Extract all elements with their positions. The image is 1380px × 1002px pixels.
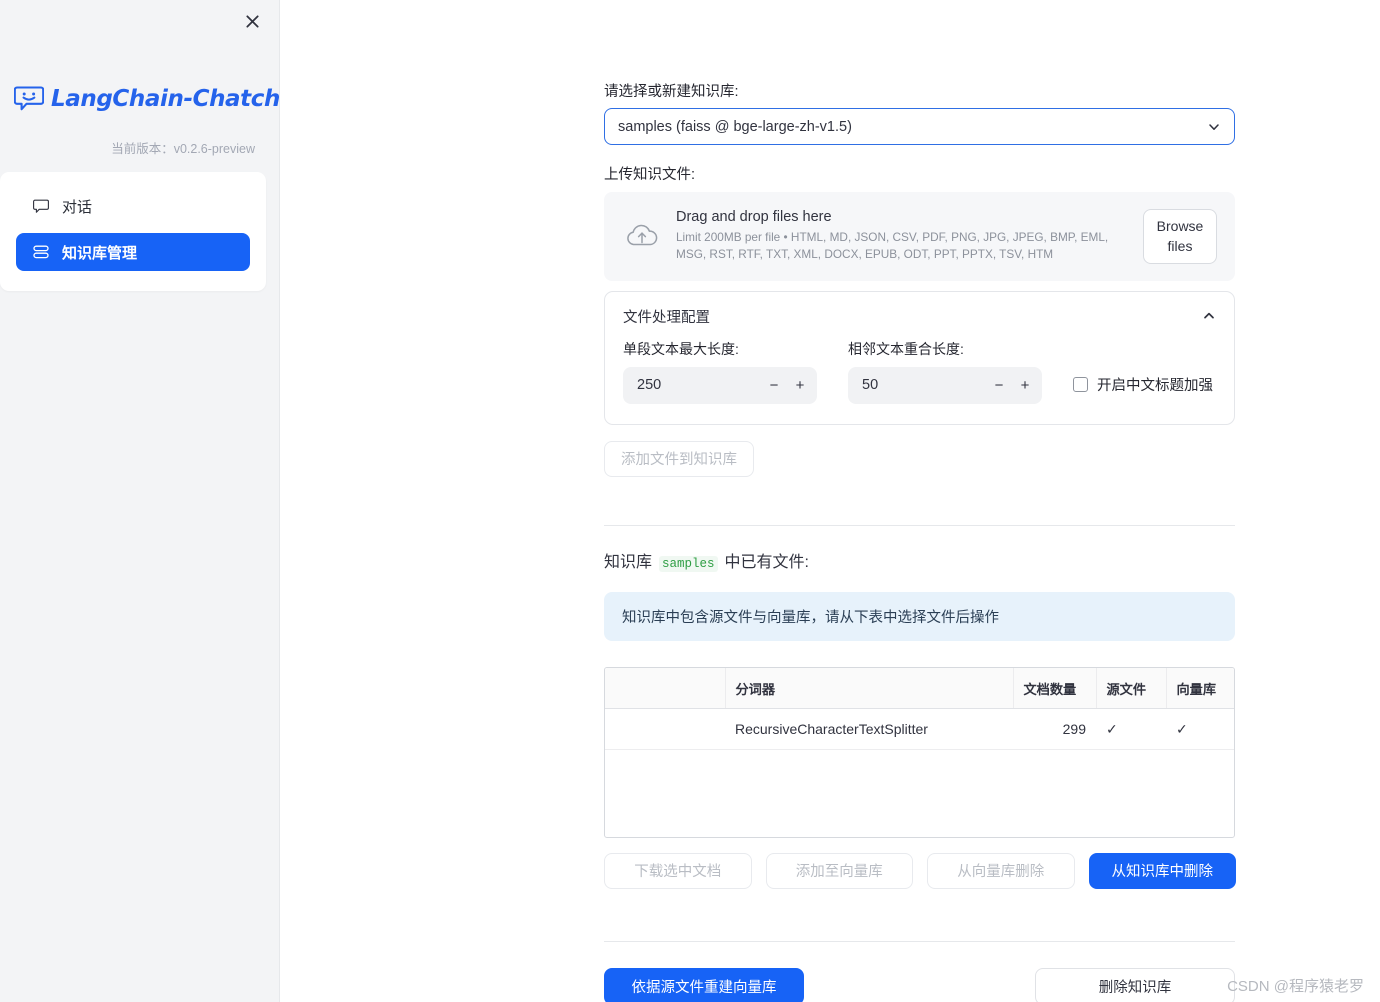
cloud-upload-icon [624, 221, 660, 251]
upload-block: 上传知识文件: Drag and drop files here Limit 2… [604, 165, 1236, 281]
overlap-stepper[interactable]: 50 − + [848, 366, 1042, 404]
info-banner: 知识库中包含源文件与向量库，请从下表中选择文件后操作 [604, 591, 1235, 641]
chunk-size-stepper[interactable]: 250 − + [623, 366, 817, 404]
cell-doc-count: 299 [1013, 708, 1096, 751]
dropzone-text: Drag and drop files here Limit 200MB per… [676, 209, 1127, 264]
file-config-expander: 文件处理配置 单段文本最大长度: 250 − + 相邻文本重合长度: 50 − … [604, 290, 1235, 425]
chunk-size-group: 单段文本最大长度: 250 − + [623, 339, 817, 404]
overlap-group: 相邻文本重合长度: 50 − + [848, 339, 1042, 404]
footer-actions: 依据源文件重建向量库 删除知识库 [604, 967, 1235, 1002]
table-scroll-area[interactable]: 器 分词器 文档数量 源文件 向量库 redFileLoader Recursi… [605, 667, 1234, 751]
add-files-block: 添加文件到知识库 [604, 440, 1236, 477]
chunk-size-increment-button[interactable]: + [787, 371, 813, 399]
file-config-title: 文件处理配置 [623, 309, 710, 326]
kb-files-title-suffix: 中已有文件: [724, 553, 809, 571]
chevron-up-icon[interactable] [1202, 309, 1216, 323]
content-column: 请选择或新建知识库: samples (faiss @ bge-large-zh… [604, 0, 1236, 1002]
close-icon[interactable] [237, 6, 267, 36]
rebuild-vector-store-button[interactable]: 依据源文件重建向量库 [604, 967, 804, 1002]
add-to-vector-store-button[interactable]: 添加至向量库 [765, 852, 913, 889]
chevron-down-icon [1207, 120, 1221, 134]
file-dropzone[interactable]: Drag and drop files here Limit 200MB per… [604, 191, 1235, 281]
dropzone-title: Drag and drop files here [676, 208, 832, 225]
overlap-decrement-button[interactable]: − [986, 371, 1012, 399]
file-config-header[interactable]: 文件处理配置 [623, 306, 1216, 327]
delete-from-kb-button[interactable]: 从知识库中删除 [1088, 852, 1236, 889]
sidebar-item-label: 知识库管理 [62, 244, 138, 262]
brand: LangChain-Chatchat [13, 86, 306, 112]
file-config-controls: 单段文本最大长度: 250 − + 相邻文本重合长度: 50 − + 开启中文标… [623, 339, 1216, 404]
kb-files-title: 知识库 samples 中已有文件: [604, 548, 1236, 572]
section-divider-top [604, 524, 1235, 526]
sidebar-item-label: 对话 [62, 198, 93, 216]
kb-files-title-code: samples [659, 555, 718, 572]
table-column-vector-store[interactable]: 向量库 [1166, 667, 1234, 710]
add-files-button[interactable]: 添加文件到知识库 [604, 440, 754, 477]
kb-files-block: 知识库 samples 中已有文件: [604, 548, 1236, 572]
chunk-size-label: 单段文本最大长度: [623, 340, 739, 357]
file-config-block: 文件处理配置 单段文本最大长度: 250 − + 相邻文本重合长度: 50 − … [604, 290, 1236, 425]
table-actions: 下载选中文档 添加至向量库 从向量库删除 从知识库中删除 [604, 852, 1236, 889]
delete-knowledge-base-button[interactable]: 删除知识库 [1035, 967, 1235, 1002]
kb-select-value: samples (faiss @ bge-large-zh-v1.5) [618, 118, 852, 135]
main-area: 请选择或新建知识库: samples (faiss @ bge-large-zh… [280, 0, 1380, 1002]
brand-name: LangChain-Chatchat [51, 86, 306, 112]
download-selected-button[interactable]: 下载选中文档 [604, 852, 752, 889]
chunk-size-value[interactable]: 250 [637, 377, 761, 393]
kb-files-title-prefix: 知识库 [604, 553, 653, 571]
chat-bubble-icon [32, 198, 49, 215]
chatchat-logo-icon [13, 86, 45, 112]
table-column-doc-count[interactable]: 文档数量 [1013, 667, 1097, 710]
cell-splitter: RecursiveCharacterTextSplitter [725, 708, 1013, 751]
version-label: 当前版本：v0.2.6-preview [111, 142, 255, 156]
table-column-source-file[interactable]: 源文件 [1096, 667, 1167, 710]
section-divider-bottom [604, 940, 1235, 942]
dropzone-limit: Limit 200MB per file • HTML, MD, JSON, C… [676, 229, 1109, 262]
sidebar-nav: 对话 知识库管理 [0, 172, 266, 291]
delete-from-vector-store-button[interactable]: 从向量库删除 [927, 852, 1075, 889]
checkbox-box-icon [1073, 376, 1088, 392]
cell-loader: redFileLoader [605, 708, 725, 751]
browse-files-button[interactable]: Browse files [1143, 208, 1217, 264]
kb-select-block: 请选择或新建知识库: samples (faiss @ bge-large-zh… [604, 0, 1236, 146]
chunk-size-decrement-button[interactable]: − [761, 371, 787, 399]
sidebar-item-knowledge-base[interactable]: 知识库管理 [16, 233, 250, 271]
table-column-splitter[interactable]: 分词器 [725, 667, 1014, 710]
database-list-icon [32, 244, 49, 261]
kb-files-table[interactable]: 器 分词器 文档数量 源文件 向量库 redFileLoader Recursi… [604, 666, 1235, 838]
table-row[interactable]: redFileLoader RecursiveCharacterTextSpli… [605, 708, 1234, 751]
kb-select-label: 请选择或新建知识库: [604, 84, 739, 100]
table-header-row: 器 分词器 文档数量 源文件 向量库 [605, 667, 1234, 710]
cell-source-file-check: ✓ [1096, 708, 1166, 751]
table-column-loader[interactable]: 器 [605, 667, 726, 710]
overlap-value[interactable]: 50 [862, 377, 986, 393]
sidebar: LangChain-Chatchat 当前版本：v0.2.6-preview 对… [0, 0, 306, 1002]
app-root: LangChain-Chatchat 当前版本：v0.2.6-preview 对… [0, 0, 1380, 1002]
zh-title-enhance-checkbox[interactable]: 开启中文标题加强 [1073, 367, 1213, 404]
sidebar-item-chat[interactable]: 对话 [16, 188, 250, 224]
zh-title-enhance-label: 开启中文标题加强 [1097, 377, 1213, 394]
upload-label: 上传知识文件: [604, 167, 696, 184]
kb-select[interactable]: samples (faiss @ bge-large-zh-v1.5) [604, 108, 1235, 146]
cell-vector-store-check: ✓ [1166, 708, 1234, 751]
overlap-increment-button[interactable]: + [1012, 371, 1038, 399]
overlap-label: 相邻文本重合长度: [848, 340, 964, 357]
watermark: CSDN @程序猿老罗 [1227, 978, 1364, 995]
